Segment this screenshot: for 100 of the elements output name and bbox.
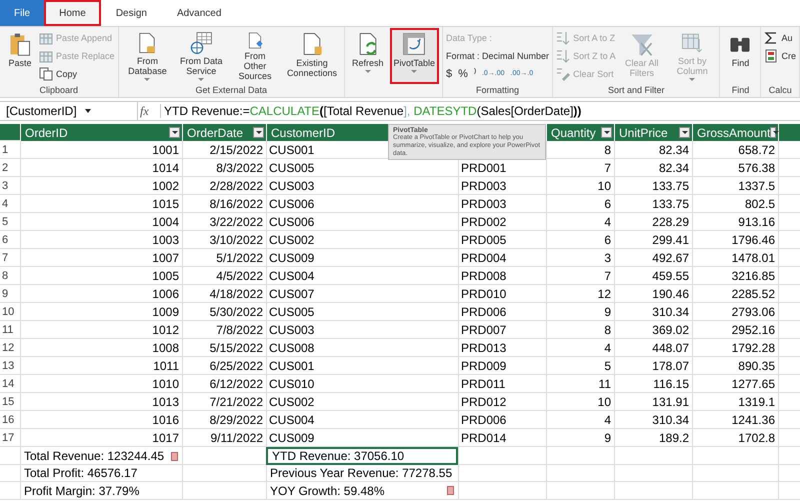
table-cell: 9 bbox=[604, 305, 611, 319]
table-cell: 190.46 bbox=[652, 287, 689, 301]
table-cell: PRD008 bbox=[461, 269, 506, 283]
table-cell: 1016 bbox=[152, 413, 179, 427]
table-cell: 4/5/2022 bbox=[216, 269, 263, 283]
table-cell: 8/3/2022 bbox=[216, 161, 263, 175]
table-cell: 658.72 bbox=[738, 143, 775, 157]
table-cell: CUS009 bbox=[269, 431, 314, 445]
sigma-icon bbox=[764, 30, 778, 44]
table-cell: 10 bbox=[598, 179, 611, 193]
ribbon-button[interactable]: Copy bbox=[39, 66, 115, 81]
table-cell: 11 bbox=[598, 377, 611, 391]
table-cell: 1005 bbox=[152, 269, 179, 283]
table-cell: CUS002 bbox=[269, 233, 314, 247]
table-cell: 1008 bbox=[152, 341, 179, 355]
format-symbol-button[interactable]: % bbox=[458, 68, 468, 80]
table-cell: 369.02 bbox=[652, 323, 689, 337]
table-cell: CUS009 bbox=[269, 251, 314, 265]
table-cell: 4 bbox=[604, 341, 611, 355]
measure-cell[interactable]: Total Revenue: 123244.45 bbox=[20, 447, 182, 465]
table-cell: 2952.16 bbox=[732, 323, 775, 337]
row-number: 1 bbox=[2, 144, 8, 156]
table-cell: 133.75 bbox=[652, 197, 689, 211]
file-tab[interactable]: File bbox=[0, 0, 44, 26]
table-cell: PRD009 bbox=[461, 359, 506, 373]
table-cell: 7 bbox=[604, 161, 611, 175]
filter-dropdown-icon[interactable] bbox=[253, 127, 264, 138]
measure-cell[interactable]: Profit Margin: 37.79% bbox=[20, 482, 182, 500]
filter-dropdown-icon[interactable] bbox=[770, 127, 776, 138]
ribbon-button[interactable]: From Other Sources bbox=[229, 28, 281, 84]
row-number: 16 bbox=[2, 414, 14, 426]
table-cell: 1796.46 bbox=[732, 233, 775, 247]
table-cell: CUS001 bbox=[269, 359, 314, 373]
row-number: 2 bbox=[2, 162, 8, 174]
ribbon-button[interactable]: Find bbox=[723, 28, 758, 84]
group-label: Sort and Filter bbox=[608, 85, 665, 95]
table-cell: 1011 bbox=[153, 359, 179, 373]
table-cell: 3/22/2022 bbox=[210, 215, 263, 229]
table-cell: 8 bbox=[604, 143, 611, 157]
measure-cell[interactable]: Total Profit: 46576.17 bbox=[20, 464, 182, 482]
ribbon-button[interactable]: Paste bbox=[3, 28, 37, 84]
table-cell: PRD001 bbox=[461, 161, 506, 175]
table-cell: 5/15/2022 bbox=[210, 341, 263, 355]
row-number: 9 bbox=[2, 288, 8, 300]
table-cell: 299.41 bbox=[652, 233, 689, 247]
dropdown-caret-icon bbox=[144, 78, 150, 81]
table-cell: 802.5 bbox=[744, 197, 775, 211]
table-cell: 178.07 bbox=[652, 359, 689, 373]
table-cell: 6/25/2022 bbox=[210, 359, 263, 373]
table-cell: CUS006 bbox=[269, 197, 314, 211]
table-cell: CUS005 bbox=[269, 161, 314, 175]
table-cell: 913.16 bbox=[738, 215, 775, 229]
formula-field[interactable]: YTD Revenue:=CALCULATE([Total Revenue], DATESYTD(Sales[OrderDate])) bbox=[160, 104, 800, 118]
filter-dropdown-icon[interactable] bbox=[601, 127, 612, 138]
table-cell: PRD010 bbox=[461, 287, 506, 301]
filter-dropdown-icon[interactable] bbox=[679, 127, 690, 138]
ribbon-tab[interactable]: Home bbox=[44, 0, 101, 26]
table-cell: 1003 bbox=[152, 233, 179, 247]
function-label: fx bbox=[140, 104, 150, 118]
ribbon-tab[interactable]: Advanced bbox=[162, 0, 236, 26]
row-number: 12 bbox=[2, 342, 14, 354]
table-cell: 1015 bbox=[152, 197, 179, 211]
table-cell: 2/28/2022 bbox=[210, 179, 263, 193]
row-number: 7 bbox=[2, 252, 8, 264]
table-cell: 1478.01 bbox=[732, 251, 775, 265]
ribbon-tab[interactable]: Design bbox=[100, 0, 162, 26]
table-cell: CUS001 bbox=[269, 143, 314, 157]
ribbon-button[interactable]: Refresh bbox=[348, 28, 388, 84]
ribbon-button[interactable]: PivotTable bbox=[390, 28, 440, 84]
table-cell: 133.75 bbox=[652, 179, 689, 193]
measure-cell[interactable]: YOY Growth: 59.48% bbox=[266, 482, 458, 500]
table-cell: PRD002 bbox=[461, 215, 506, 229]
ribbon-button[interactable]: Au bbox=[764, 30, 796, 45]
row-number: 10 bbox=[2, 306, 14, 318]
table-cell: 4 bbox=[604, 215, 611, 229]
ribbon-button[interactable]: From Data Service bbox=[175, 28, 228, 84]
table-cell: 1241.36 bbox=[732, 413, 775, 427]
table-cell: 576.38 bbox=[738, 161, 775, 175]
table-cell: 10 bbox=[598, 395, 611, 409]
table-cell: 12 bbox=[598, 287, 611, 301]
table-cell: PRD014 bbox=[461, 431, 506, 445]
selected-measure-cell[interactable]: YTD Revenue: 37056.10 bbox=[266, 447, 458, 465]
measure-cell[interactable]: Previous Year Revenue: 77278.55 bbox=[266, 464, 458, 482]
table-cell: 5/30/2022 bbox=[210, 305, 263, 319]
filter-dropdown-icon[interactable] bbox=[169, 127, 180, 138]
ribbon-button[interactable]: From Database bbox=[122, 28, 174, 84]
name-box[interactable]: [CustomerID] bbox=[0, 102, 138, 120]
table-cell: 228.29 bbox=[652, 215, 689, 229]
format-symbol-button[interactable]: ⁾ bbox=[474, 66, 476, 81]
table-cell: 310.34 bbox=[652, 413, 689, 427]
table-icon bbox=[39, 48, 53, 62]
ribbon-button[interactable]: Existing Connections bbox=[282, 28, 341, 84]
pivot-table-icon bbox=[401, 31, 428, 57]
table-cell: 1277.65 bbox=[732, 377, 775, 391]
format-symbol-button[interactable]: $ bbox=[446, 68, 452, 80]
table-cell: 6 bbox=[604, 233, 611, 247]
row-number: 3 bbox=[2, 180, 8, 192]
table-cell: PRD003 bbox=[461, 179, 506, 193]
ribbon-button[interactable]: Cre bbox=[764, 48, 796, 63]
format-dropdown[interactable]: Format : Decimal Number bbox=[446, 48, 550, 63]
